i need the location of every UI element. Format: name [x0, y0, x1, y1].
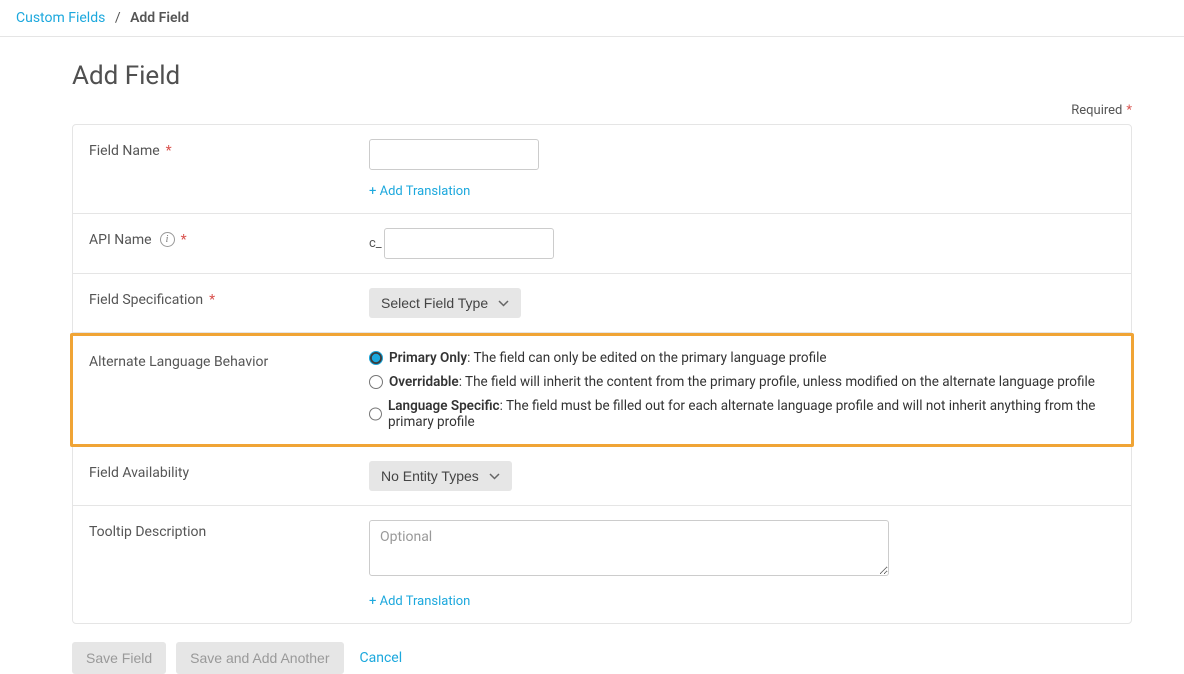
- row-tooltip-description: Tooltip Description + Add Translation: [73, 506, 1131, 623]
- label-text: Field Availability: [89, 465, 189, 481]
- page-title: Add Field: [72, 61, 1132, 91]
- label-text: Field Specification: [89, 292, 203, 308]
- row-field-spec: Field Specification * Select Field Type: [73, 274, 1131, 333]
- radio-label: Overridable: The field will inherit the …: [389, 374, 1095, 390]
- chevron-down-icon: [489, 473, 500, 480]
- save-and-add-another-button[interactable]: Save and Add Another: [176, 642, 343, 674]
- label-field-availability: Field Availability: [89, 461, 369, 491]
- radio-input-primary-only[interactable]: [369, 351, 383, 365]
- info-icon[interactable]: i: [160, 232, 175, 247]
- required-label: Required: [1071, 103, 1122, 118]
- chevron-down-icon: [498, 300, 509, 307]
- radio-overridable[interactable]: Overridable: The field will inherit the …: [369, 374, 1115, 390]
- radio-input-language-specific[interactable]: [369, 407, 382, 421]
- select-label: No Entity Types: [381, 468, 479, 484]
- row-alt-lang-behavior: Alternate Language Behavior Primary Only…: [70, 333, 1134, 447]
- label-text: Alternate Language Behavior: [89, 354, 268, 370]
- entity-types-select[interactable]: No Entity Types: [369, 461, 512, 491]
- select-label: Select Field Type: [381, 295, 488, 311]
- required-asterisk: *: [1126, 103, 1132, 118]
- field-name-input[interactable]: [369, 139, 539, 170]
- save-field-button[interactable]: Save Field: [72, 642, 166, 674]
- breadcrumb-separator: /: [115, 10, 121, 26]
- label-field-name: Field Name *: [89, 139, 369, 199]
- radio-input-overridable[interactable]: [369, 375, 383, 389]
- label-text: Tooltip Description: [89, 524, 206, 540]
- radio-label: Language Specific: The field must be fil…: [388, 398, 1115, 430]
- radio-primary-only[interactable]: Primary Only: The field can only be edit…: [369, 350, 1115, 366]
- radio-label: Primary Only: The field can only be edit…: [389, 350, 827, 366]
- tooltip-textarea[interactable]: [369, 520, 889, 576]
- breadcrumb: Custom Fields / Add Field: [0, 0, 1184, 37]
- form-actions: Save Field Save and Add Another Cancel: [72, 642, 1132, 674]
- add-translation-link[interactable]: + Add Translation: [369, 184, 470, 199]
- row-field-name: Field Name * + Add Translation: [73, 125, 1131, 214]
- breadcrumb-parent-link[interactable]: Custom Fields: [16, 10, 105, 26]
- row-api-name: API Name i * c_: [73, 214, 1131, 274]
- add-translation-link[interactable]: + Add Translation: [369, 594, 470, 609]
- label-field-spec: Field Specification *: [89, 288, 369, 318]
- required-indicator: Required *: [72, 103, 1132, 118]
- required-asterisk: *: [166, 143, 172, 159]
- label-text: API Name: [89, 232, 152, 248]
- required-asterisk: *: [181, 232, 187, 248]
- breadcrumb-current: Add Field: [130, 10, 189, 26]
- label-tooltip: Tooltip Description: [89, 520, 369, 609]
- label-alt-lang: Alternate Language Behavior: [89, 350, 369, 430]
- radio-language-specific[interactable]: Language Specific: The field must be fil…: [369, 398, 1115, 430]
- cancel-link[interactable]: Cancel: [360, 650, 403, 666]
- api-name-input[interactable]: [384, 228, 554, 259]
- required-asterisk: *: [209, 292, 215, 308]
- field-type-select[interactable]: Select Field Type: [369, 288, 521, 318]
- api-name-prefix: c_: [369, 236, 382, 251]
- row-field-availability: Field Availability No Entity Types: [73, 447, 1131, 506]
- form-panel: Field Name * + Add Translation API Name …: [72, 124, 1132, 624]
- label-text: Field Name: [89, 143, 160, 159]
- label-api-name: API Name i *: [89, 228, 369, 259]
